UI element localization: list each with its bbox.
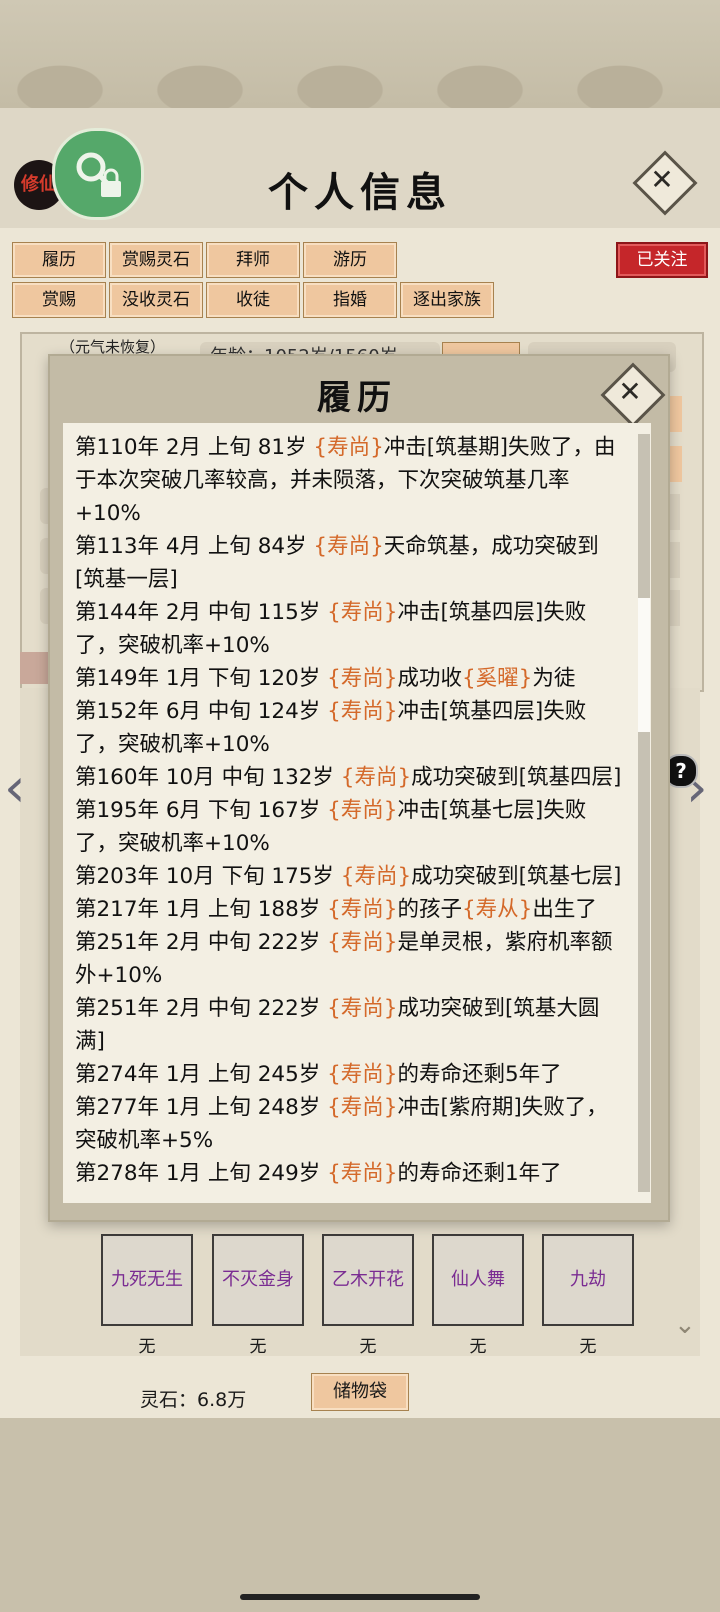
hidden-tab [20, 652, 50, 684]
entry-text: 成功突破到[筑基四层] [411, 765, 622, 790]
tab-resume[interactable]: 履历 [12, 242, 106, 278]
character-name: {寿尚} [340, 864, 412, 889]
skill-card[interactable]: 九劫 [542, 1234, 634, 1326]
character-name: {寿尚} [327, 699, 398, 724]
tab-confiscate-stones[interactable]: 没收灵石 [109, 282, 203, 318]
entry-text: 第251年 2月 中旬 222岁 [75, 996, 328, 1021]
character-name: {奚曜} [461, 666, 533, 691]
entry-text: 第203年 10月 下旬 175岁 [75, 864, 341, 889]
resume-entry: 第203年 10月 下旬 175岁 {寿尚}成功突破到[筑基七层] [75, 860, 627, 893]
resume-log[interactable]: 第110年 2月 上旬 81岁 {寿尚}冲击[筑基期]失败了，由于本次突破几率较… [63, 423, 651, 1203]
character-name: {寿尚} [313, 534, 384, 559]
resume-entry: 第251年 2月 中旬 222岁 {寿尚}成功突破到[筑基大圆满] [75, 992, 627, 1058]
skill-status: 无 [579, 1337, 597, 1357]
character-name: {寿从} [461, 897, 533, 922]
resume-entry: 第217年 1月 上旬 188岁 {寿尚}的孩子{寿从}出生了 [75, 893, 627, 926]
tab-travel[interactable]: 游历 [303, 242, 397, 278]
entry-text: 第160年 10月 中旬 132岁 [75, 765, 341, 790]
bottom-area [0, 1418, 720, 1612]
entry-text: 成功突破到[筑基七层] [411, 864, 622, 889]
tab-take-disciple[interactable]: 收徒 [206, 282, 300, 318]
character-name: {寿尚} [327, 666, 398, 691]
chevron-down-icon[interactable]: ⌄ [674, 1310, 696, 1340]
entry-text: 第278年 1月 上旬 249岁 [75, 1161, 328, 1186]
resume-entry: 第152年 6月 中旬 124岁 {寿尚}冲击[筑基四层]失败了，突破机率+10… [75, 695, 627, 761]
character-name: {寿尚} [327, 600, 398, 625]
character-name: {寿尚} [327, 1062, 398, 1087]
entry-text: 第251年 2月 中旬 222岁 [75, 930, 328, 955]
resume-entries: 第110年 2月 上旬 81岁 {寿尚}冲击[筑基期]失败了，由于本次突破几率较… [75, 431, 627, 1190]
resume-entry: 第113年 4月 上旬 84岁 {寿尚}天命筑基，成功突破到[筑基一层] [75, 530, 627, 596]
character-name: {寿尚} [327, 1161, 398, 1186]
entry-text: 第144年 2月 中旬 115岁 [75, 600, 328, 625]
entry-text: 的孩子 [397, 897, 462, 922]
character-name: {寿尚} [327, 1095, 398, 1120]
tab-expel-from-clan[interactable]: 逐出家族 [400, 282, 494, 318]
scrollbar-track[interactable] [638, 434, 650, 1192]
entry-text: 的寿命还剩1年了 [397, 1161, 562, 1186]
modal-title: 履历 [317, 378, 397, 418]
spirit-stones-count: 灵石：6.8万 [140, 1389, 247, 1411]
resume-entry: 第274年 1月 上旬 245岁 {寿尚}的寿命还剩5年了 [75, 1058, 627, 1091]
skill-status: 无 [249, 1337, 267, 1357]
resume-entry: 第144年 2月 中旬 115岁 {寿尚}冲击[筑基四层]失败了，突破机率+10… [75, 596, 627, 662]
resume-entry: 第149年 1月 下旬 120岁 {寿尚}成功收{奚曜}为徒 [75, 662, 627, 695]
entry-text: 第113年 4月 上旬 84岁 [75, 534, 314, 559]
character-name: {寿尚} [327, 798, 398, 823]
resume-entry: 第277年 1月 上旬 248岁 {寿尚}冲击[紫府期]失败了，突破机率+5% [75, 1091, 627, 1157]
character-name: {寿尚} [327, 996, 398, 1021]
entry-text: 第152年 6月 中旬 124岁 [75, 699, 328, 724]
storage-bag-button[interactable]: 储物袋 [311, 1373, 409, 1411]
entry-text: 的寿命还剩5年了 [397, 1062, 562, 1087]
resume-entry: 第251年 2月 中旬 222岁 {寿尚}是单灵根，紫府机率额外+10% [75, 926, 627, 992]
character-name: {寿尚} [340, 765, 412, 790]
scrollbar-thumb[interactable] [638, 598, 650, 732]
entry-text: 为徒 [532, 666, 576, 691]
entry-text: 第195年 6月 下旬 167岁 [75, 798, 328, 823]
character-name: {寿尚} [313, 435, 384, 460]
skill-status: 无 [469, 1337, 487, 1357]
resume-entry: 第160年 10月 中旬 132岁 {寿尚}成功突破到[筑基四层] [75, 761, 627, 794]
entry-text: 第217年 1月 上旬 188岁 [75, 897, 328, 922]
entry-text: 第277年 1月 上旬 248岁 [75, 1095, 328, 1120]
skill-status: 无 [359, 1337, 377, 1357]
skill-card[interactable]: 乙木开花 [322, 1234, 414, 1326]
entry-text: 成功收 [397, 666, 462, 691]
skill-card[interactable]: 不灭金身 [212, 1234, 304, 1326]
tab-reward-stones[interactable]: 赏赐灵石 [109, 242, 203, 278]
entry-text: 第110年 2月 上旬 81岁 [75, 435, 314, 460]
prev-arrow-icon[interactable]: ‹ [4, 756, 26, 819]
resume-entry: 第195年 6月 下旬 167岁 {寿尚}冲击[筑基七层]失败了，突破机率+10… [75, 794, 627, 860]
entry-text: 第274年 1月 上旬 245岁 [75, 1062, 328, 1087]
character-name: {寿尚} [327, 930, 398, 955]
tab-arrange-marriage[interactable]: 指婚 [303, 282, 397, 318]
resume-entry: 第278年 1月 上旬 249岁 {寿尚}的寿命还剩1年了 [75, 1157, 627, 1190]
close-icon: ✕ [618, 375, 642, 408]
skill-card[interactable]: 九死无生 [101, 1234, 193, 1326]
skill-card[interactable]: 仙人舞 [432, 1234, 524, 1326]
home-indicator[interactable] [240, 1594, 480, 1600]
followed-badge[interactable]: 已关注 [616, 242, 708, 278]
close-icon: ✕ [650, 163, 674, 196]
resume-entry: 第110年 2月 上旬 81岁 {寿尚}冲击[筑基期]失败了，由于本次突破几率较… [75, 431, 627, 530]
entry-text: 出生了 [532, 897, 597, 922]
entry-text: 第149年 1月 下旬 120岁 [75, 666, 328, 691]
tab-reward[interactable]: 赏赐 [12, 282, 106, 318]
skill-status: 无 [138, 1337, 156, 1357]
character-name: {寿尚} [327, 897, 398, 922]
tab-apprentice[interactable]: 拜师 [206, 242, 300, 278]
decorative-top-band [0, 0, 720, 111]
page-title: 个人信息 [268, 169, 452, 216]
